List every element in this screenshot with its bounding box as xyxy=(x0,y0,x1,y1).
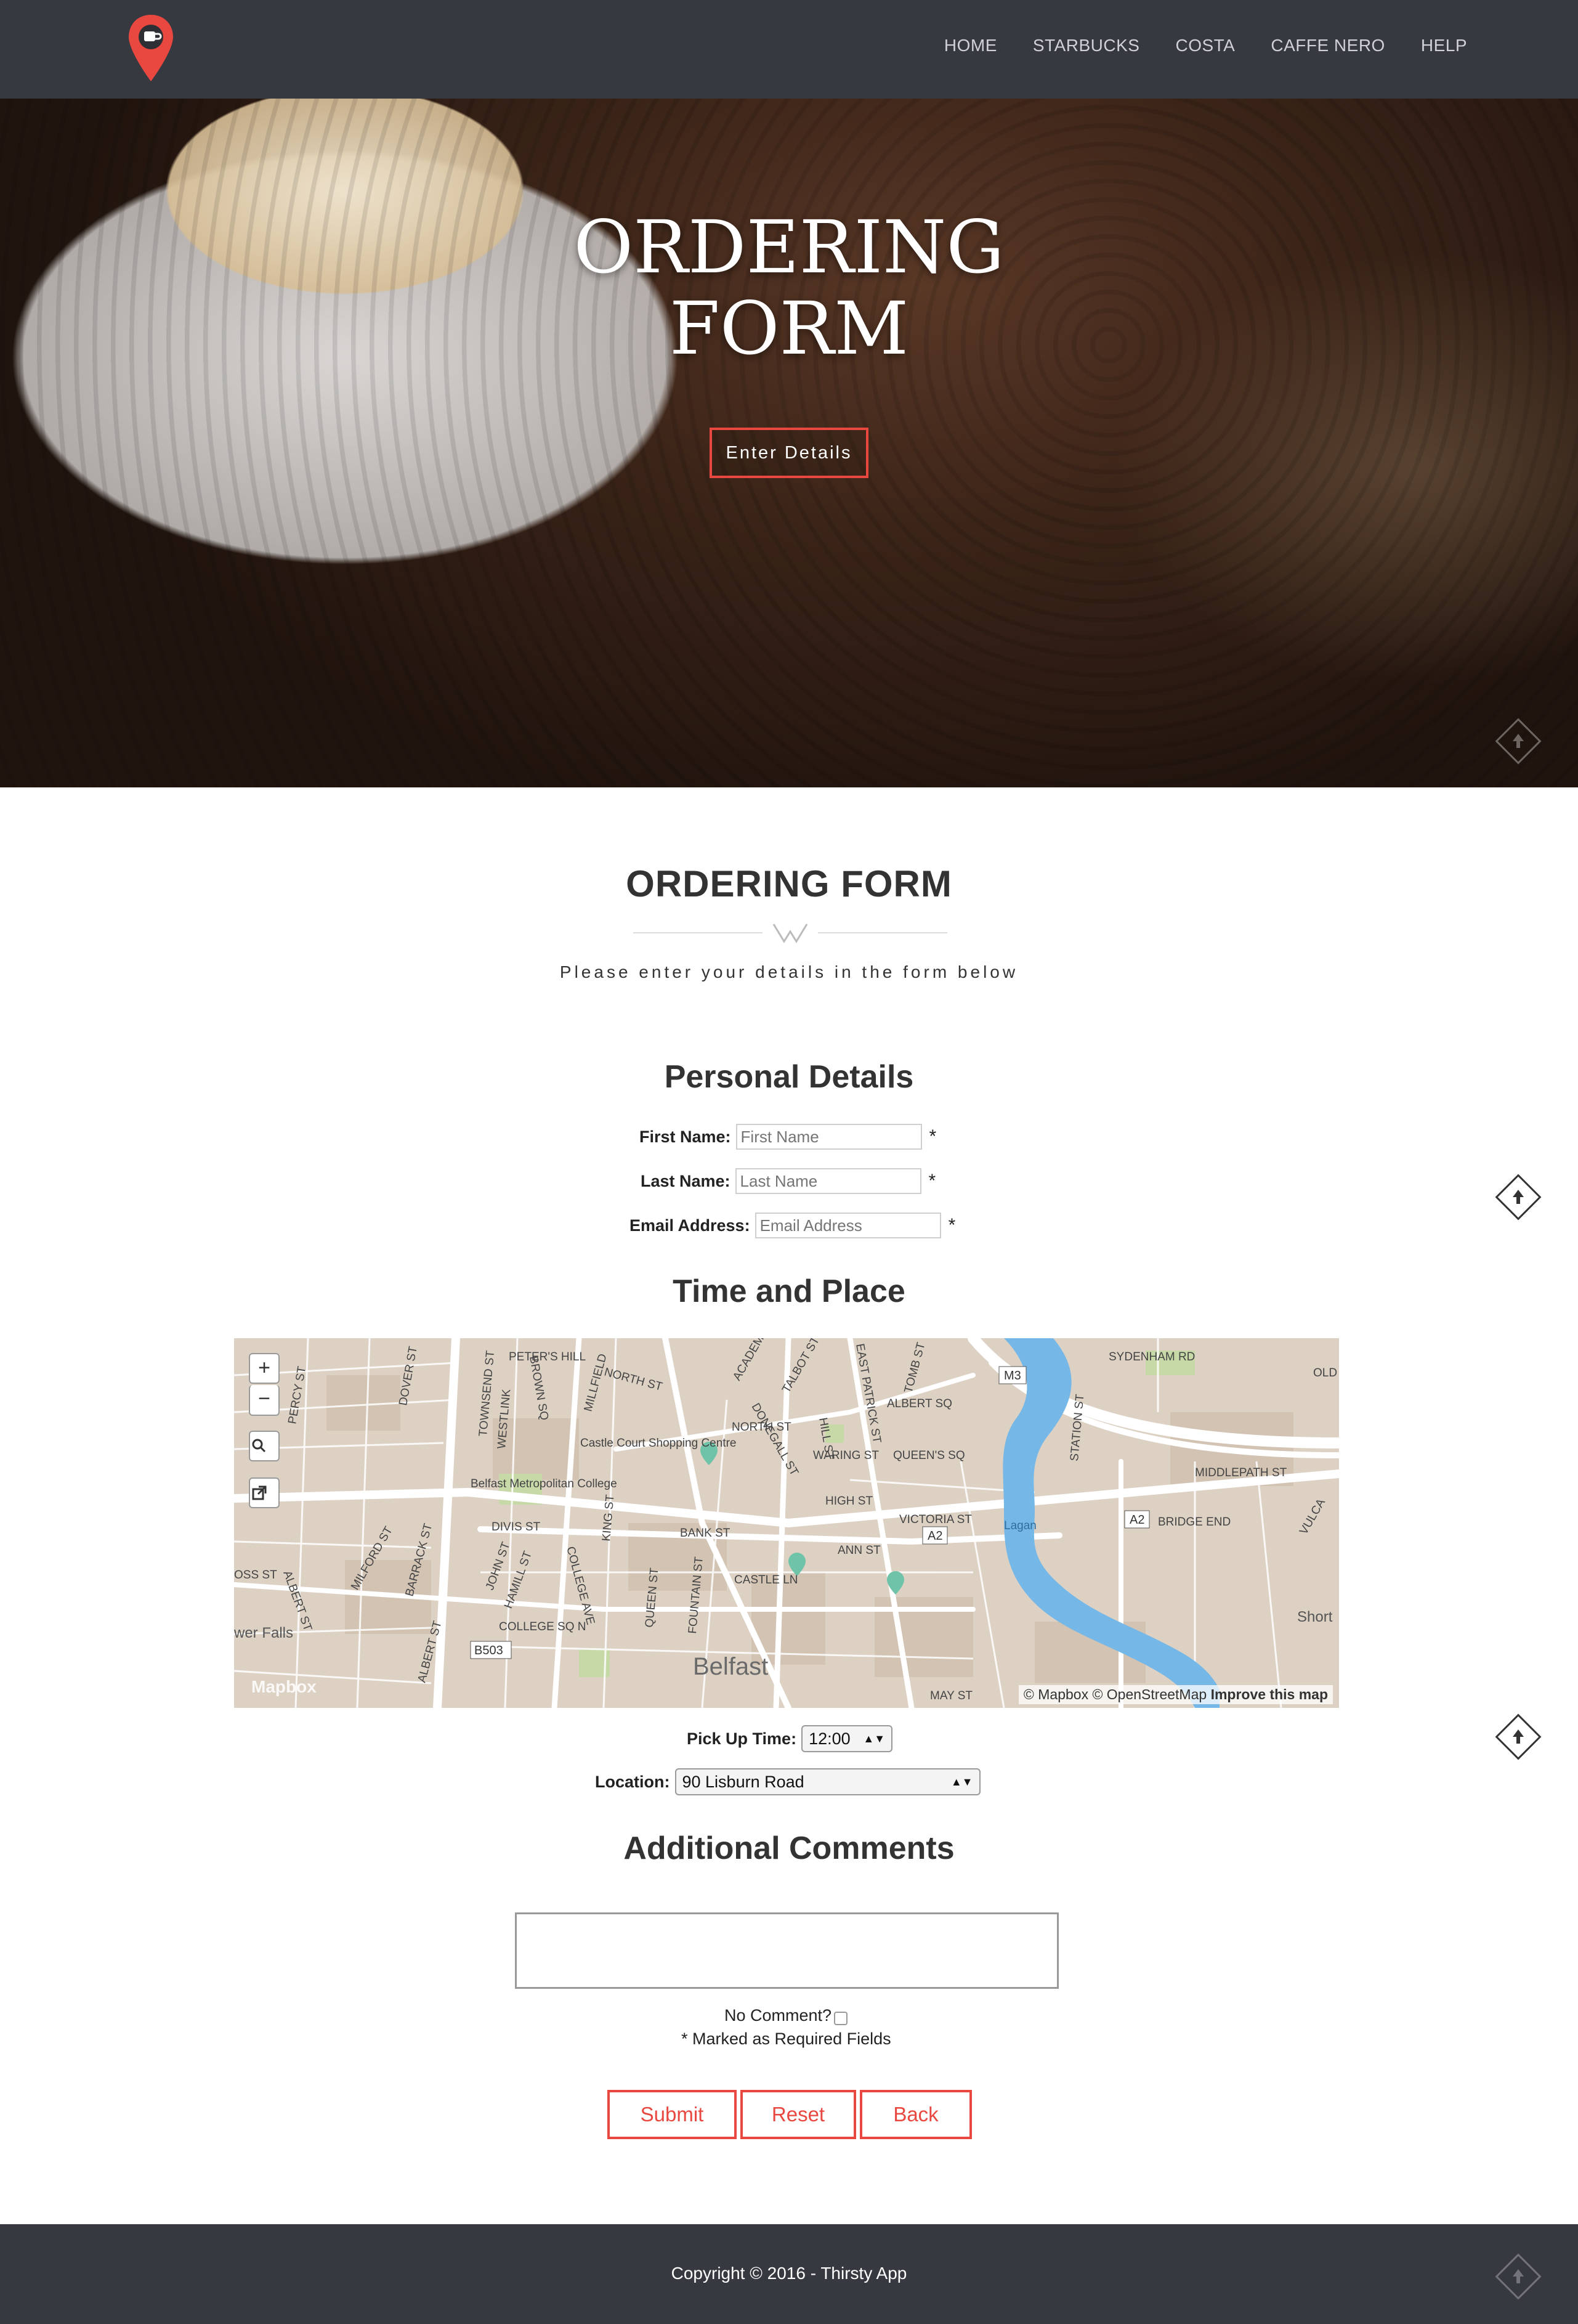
top-navbar: HOME STARBUCKS COSTA CAFFE NERO HELP xyxy=(0,0,1578,99)
back-button[interactable]: Back xyxy=(860,2090,972,2139)
zoom-in-button[interactable]: + xyxy=(249,1353,280,1384)
pickup-time-select[interactable]: 12:00 ▲▼ xyxy=(801,1725,893,1752)
nav-starbucks[interactable]: STARBUCKS xyxy=(1033,36,1140,55)
email-input[interactable] xyxy=(755,1213,941,1238)
last-name-input[interactable] xyxy=(735,1168,921,1194)
email-row: Email Address: * xyxy=(629,1213,955,1238)
map-label-may: MAY ST xyxy=(930,1689,973,1702)
map-label-ann: ANN ST xyxy=(838,1544,881,1557)
email-label: Email Address: xyxy=(629,1216,750,1235)
location-map[interactable]: M3 A2 A2 B503 Belfast Castle Court Shopp… xyxy=(234,1338,1339,1708)
map-label-castle-court: Castle Court Shopping Centre xyxy=(580,1437,736,1450)
pickup-time-row: Pick Up Time: 12:00 ▲▼ xyxy=(687,1725,893,1752)
main-menu: HOME STARBUCKS COSTA CAFFE NERO HELP xyxy=(908,36,1467,55)
first-name-input[interactable] xyxy=(735,1124,922,1150)
map-label-middlepath: MIDDLEPATH ST xyxy=(1195,1466,1287,1479)
map-label-castle: CASTLE LN xyxy=(734,1574,798,1587)
scroll-top-icon[interactable] xyxy=(1491,1169,1546,1225)
first-name-row: First Name: * xyxy=(639,1124,936,1150)
map-attribution: © Mapbox © OpenStreetMap Improve this ma… xyxy=(1018,1685,1333,1704)
required-mark: * xyxy=(929,1126,937,1147)
nav-caffe-nero[interactable]: CAFFE NERO xyxy=(1271,36,1385,55)
map-label-old: OLD xyxy=(1313,1367,1337,1379)
location-select[interactable]: 90 Lisburn Road ▲▼ xyxy=(674,1768,981,1795)
select-arrows-icon: ▲▼ xyxy=(950,1775,973,1788)
map-label-a2: A2 xyxy=(928,1529,942,1543)
section-subtitle: Please enter your details in the form be… xyxy=(559,962,1019,981)
nav-help[interactable]: HELP xyxy=(1421,36,1467,55)
location-row: Location: 90 Lisburn Road ▲▼ xyxy=(595,1768,981,1795)
map-label-albert-sq: ALBERT SQ xyxy=(887,1397,952,1410)
map-label-short: Short xyxy=(1297,1609,1333,1625)
map-label-bridge-end: BRIDGE END xyxy=(1158,1516,1231,1529)
map-label-lagan: Lagan xyxy=(1004,1519,1037,1532)
enter-details-button[interactable]: Enter Details xyxy=(710,428,868,478)
section-title: ORDERING FORM xyxy=(626,863,952,904)
nav-home[interactable]: HOME xyxy=(944,36,997,55)
additional-comments-heading: Additional Comments xyxy=(623,1830,955,1866)
section-divider-icon xyxy=(633,924,947,943)
location-label: Location: xyxy=(595,1772,670,1791)
scroll-top-icon[interactable] xyxy=(1491,2249,1546,2304)
map-label-victoria: VICTORIA ST xyxy=(899,1513,972,1526)
comments-textarea[interactable] xyxy=(515,1912,1059,1989)
required-mark: * xyxy=(928,1171,936,1191)
map-label-divis: DIVIS ST xyxy=(492,1521,541,1534)
share-icon[interactable] xyxy=(249,1477,280,1508)
required-note: * Marked as Required Fields xyxy=(681,2029,891,2048)
map-label-peters: PETER'S HILL xyxy=(509,1351,586,1363)
footer-copyright: Copyright © 2016 - Thirsty App xyxy=(671,2264,907,2283)
attribution-text[interactable]: © Mapbox © OpenStreetMap xyxy=(1024,1686,1207,1702)
no-comment-checkbox[interactable] xyxy=(834,2011,848,2025)
pickup-time-value: 12:00 xyxy=(809,1729,851,1748)
submit-button[interactable]: Submit xyxy=(607,2090,737,2139)
scroll-top-icon[interactable] xyxy=(1491,1709,1546,1765)
reset-button[interactable]: Reset xyxy=(740,2090,856,2139)
zoom-out-button[interactable]: − xyxy=(249,1385,280,1416)
map-label-m3: M3 xyxy=(1004,1369,1021,1383)
map-label-sydenham: SYDENHAM RD xyxy=(1109,1351,1195,1363)
time-and-place-heading: Time and Place xyxy=(673,1274,905,1309)
first-name-label: First Name: xyxy=(639,1127,731,1146)
scroll-top-icon[interactable] xyxy=(1491,713,1546,769)
map-label-queens-sq: QUEEN'S SQ xyxy=(893,1449,965,1462)
no-comment-row: No Comment? xyxy=(724,2006,848,2025)
no-comment-label: No Comment? xyxy=(724,2006,832,2025)
map-label-bank: BANK ST xyxy=(680,1527,730,1540)
required-note-row: * Marked as Required Fields xyxy=(681,2029,891,2049)
map-label-oss: OSS ST xyxy=(234,1569,277,1582)
last-name-label: Last Name: xyxy=(641,1171,730,1190)
nav-costa[interactable]: COSTA xyxy=(1175,36,1235,55)
map-label-b503: B503 xyxy=(474,1644,503,1657)
pickup-time-label: Pick Up Time: xyxy=(687,1729,797,1748)
map-pin-logo-icon[interactable] xyxy=(126,12,176,86)
stepper-icon: ▲▼ xyxy=(863,1732,886,1745)
mapbox-logo: Mapbox xyxy=(251,1677,317,1696)
hero-title-line2: FORM xyxy=(669,286,909,371)
location-value: 90 Lisburn Road xyxy=(682,1772,804,1791)
hero-title: ORDERING FORM xyxy=(0,206,1578,369)
map-label-falls: wer Falls xyxy=(234,1625,293,1641)
map-label-city: Belfast xyxy=(693,1653,768,1680)
map-label-met-college: Belfast Metropolitan College xyxy=(471,1477,617,1490)
personal-details-heading: Personal Details xyxy=(664,1059,914,1095)
last-name-row: Last Name: * xyxy=(641,1168,936,1194)
improve-map-link[interactable]: Improve this map xyxy=(1211,1686,1328,1702)
map-label-high: HIGH ST xyxy=(825,1495,873,1508)
map-label-a2: A2 xyxy=(1130,1513,1144,1527)
map-canvas[interactable]: M3 A2 A2 B503 Belfast Castle Court Shopp… xyxy=(234,1338,1339,1708)
required-mark: * xyxy=(948,1215,956,1235)
hero-title-line1: ORDERING xyxy=(573,205,1005,290)
map-label-college-sq: COLLEGE SQ N xyxy=(499,1620,586,1633)
search-icon[interactable] xyxy=(249,1431,280,1461)
